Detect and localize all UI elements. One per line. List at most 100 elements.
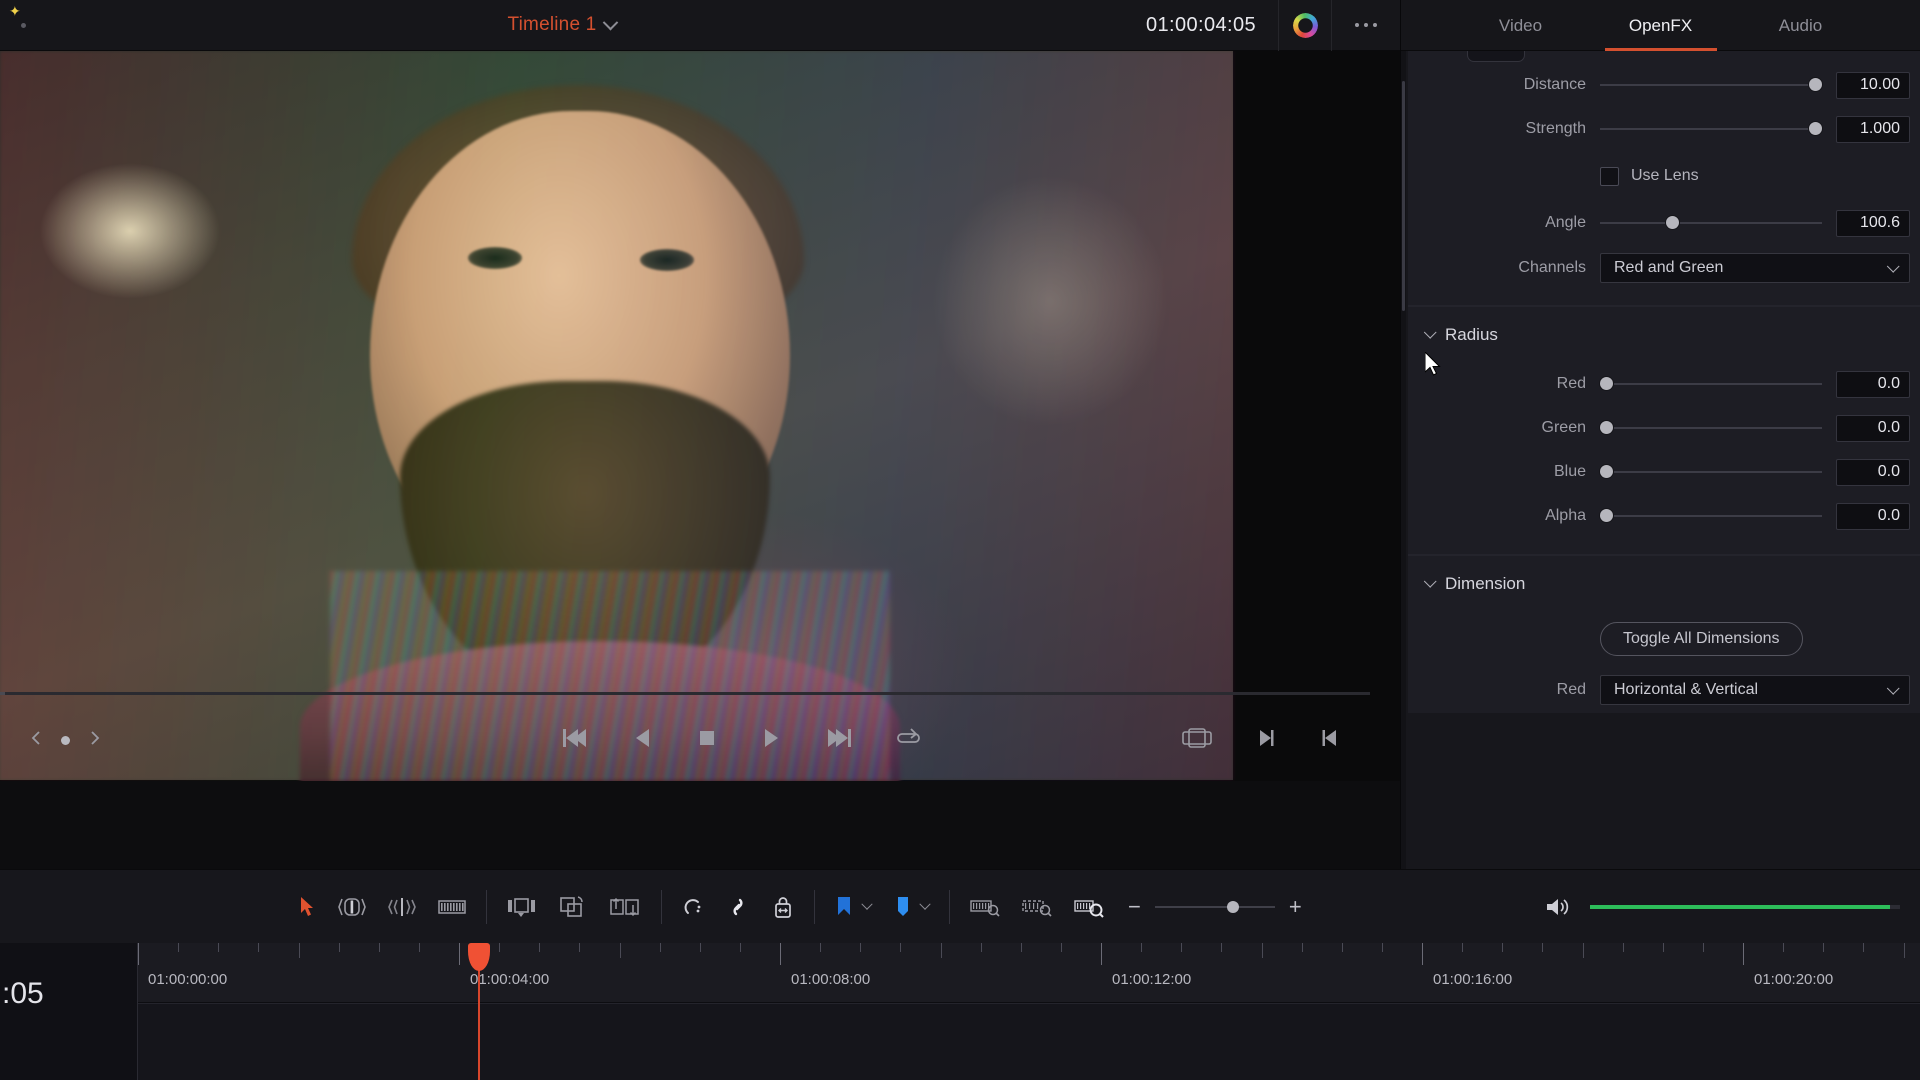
toolbar-edit-tools bbox=[507, 896, 641, 918]
zoom-slider[interactable] bbox=[1155, 900, 1275, 914]
param-value-radius-alpha[interactable]: 0.0 bbox=[1836, 503, 1910, 530]
effect-tab-nub bbox=[1467, 51, 1525, 62]
timeline-ruler[interactable]: 01:00:00:00 01:00:04:00 01:00:08:00 01:0… bbox=[138, 943, 1920, 1003]
channels-dropdown-value: Red and Green bbox=[1614, 259, 1723, 277]
param-label-radius-green: Green bbox=[1408, 419, 1600, 437]
use-lens-checkbox[interactable] bbox=[1600, 167, 1619, 186]
position-lock-icon[interactable] bbox=[772, 895, 794, 919]
ai-magic-button[interactable]: ✦ bbox=[1279, 0, 1331, 51]
marker-chevron-down-icon[interactable] bbox=[919, 898, 930, 909]
timeline-tracks-area[interactable] bbox=[138, 1003, 1920, 1080]
timeline-ruler-labels: 01:00:00:00 01:00:04:00 01:00:08:00 01:0… bbox=[138, 971, 1920, 995]
dimension-section-header[interactable]: Dimension bbox=[1408, 555, 1920, 611]
param-row-use-lens: Use Lens bbox=[1408, 151, 1920, 201]
zoom-full-extent-icon[interactable] bbox=[970, 896, 1000, 918]
timeline-head-timecode: :05 bbox=[0, 977, 44, 1011]
overwrite-clip-icon[interactable] bbox=[559, 896, 587, 918]
zoom-custom-icon[interactable] bbox=[1074, 896, 1104, 918]
param-row-radius-red: Red 0.0 bbox=[1408, 362, 1920, 406]
param-value-radius-red[interactable]: 0.0 bbox=[1836, 371, 1910, 398]
dimension-section-title: Dimension bbox=[1445, 574, 1525, 594]
tab-video[interactable]: Video bbox=[1451, 0, 1591, 51]
ruler-label: 01:00:16:00 bbox=[1433, 971, 1512, 988]
speaker-icon[interactable] bbox=[1544, 895, 1572, 919]
marker-dot-icon[interactable] bbox=[61, 736, 70, 745]
use-lens-label: Use Lens bbox=[1631, 167, 1699, 185]
mark-out-button[interactable] bbox=[1256, 728, 1276, 753]
fit-to-screen-button[interactable] bbox=[1182, 728, 1212, 753]
linked-selection-icon[interactable] bbox=[726, 896, 750, 918]
param-value-radius-green[interactable]: 0.0 bbox=[1836, 415, 1910, 442]
insert-clip-icon[interactable] bbox=[507, 896, 537, 918]
channels-dropdown[interactable]: Red and Green bbox=[1600, 253, 1910, 283]
timeline-playhead[interactable] bbox=[478, 943, 480, 1080]
dimension-group: Dimension Toggle All Dimensions Red Hori… bbox=[1408, 554, 1920, 713]
snapping-icon[interactable] bbox=[682, 896, 704, 918]
param-row-radius-alpha: Alpha 0.0 bbox=[1408, 494, 1920, 538]
jump-to-start-button[interactable] bbox=[560, 727, 590, 754]
toggle-all-dimensions-row: Toggle All Dimensions bbox=[1408, 611, 1920, 667]
toggle-all-dimensions-button[interactable]: Toggle All Dimensions bbox=[1600, 622, 1803, 656]
ai-magic-icon bbox=[1293, 13, 1318, 38]
radius-section-title: Radius bbox=[1445, 325, 1498, 345]
loop-button[interactable] bbox=[896, 727, 922, 754]
param-slider-distance[interactable] bbox=[1600, 75, 1828, 95]
audio-level-meter[interactable] bbox=[1590, 905, 1900, 909]
param-slider-radius-alpha[interactable] bbox=[1600, 506, 1828, 526]
blade-edit-icon[interactable] bbox=[438, 896, 466, 918]
timeline-track-header: :05 bbox=[0, 943, 138, 1080]
selection-arrow-icon[interactable] bbox=[300, 896, 316, 918]
param-slider-radius-green[interactable] bbox=[1600, 418, 1828, 438]
param-label-angle: Angle bbox=[1408, 214, 1600, 232]
ruler-label: 01:00:00:00 bbox=[148, 971, 227, 988]
mouse-cursor bbox=[1425, 352, 1445, 385]
timeline-viewer bbox=[0, 51, 1400, 781]
param-label-radius-alpha: Alpha bbox=[1408, 507, 1600, 525]
play-reverse-button[interactable] bbox=[632, 727, 654, 754]
param-slider-radius-red[interactable] bbox=[1600, 374, 1828, 394]
zoom-out-button[interactable]: − bbox=[1128, 894, 1141, 920]
param-slider-strength[interactable] bbox=[1600, 119, 1828, 139]
marker-icon[interactable] bbox=[895, 895, 911, 919]
trim-edit-icon[interactable] bbox=[338, 896, 366, 918]
zoom-in-button[interactable]: + bbox=[1289, 894, 1302, 920]
toolbar-mode-tools bbox=[300, 896, 466, 918]
tab-openfx[interactable]: OpenFX bbox=[1591, 0, 1731, 51]
stop-button[interactable] bbox=[696, 727, 718, 754]
video-preview-image[interactable] bbox=[0, 51, 1233, 780]
timeline-zoom-control: − + bbox=[1128, 894, 1302, 920]
flag-icon[interactable] bbox=[835, 895, 853, 919]
param-label-channels: Channels bbox=[1408, 259, 1600, 277]
viewer-top-bar: Timeline 1 01:00:04:05 ✦ bbox=[0, 0, 1400, 51]
timeline-title-button[interactable]: Timeline 1 bbox=[46, 14, 1078, 36]
inspector-scrollbar-thumb[interactable] bbox=[1402, 81, 1405, 311]
mark-in-button[interactable] bbox=[1320, 728, 1340, 753]
jump-to-end-button[interactable] bbox=[824, 727, 854, 754]
previous-edit-icon[interactable] bbox=[30, 730, 43, 751]
play-forward-button[interactable] bbox=[760, 727, 782, 754]
param-slider-radius-blue[interactable] bbox=[1600, 462, 1828, 482]
param-value-angle[interactable]: 100.6 bbox=[1836, 210, 1910, 237]
dimension-red-dropdown[interactable]: Horizontal & Vertical bbox=[1600, 675, 1910, 705]
inspector-scrollbar[interactable] bbox=[1401, 51, 1406, 869]
param-value-distance[interactable]: 10.00 bbox=[1836, 72, 1910, 99]
dynamic-trim-icon[interactable] bbox=[388, 896, 416, 918]
ruler-label: 01:00:12:00 bbox=[1112, 971, 1191, 988]
more-options-button[interactable] bbox=[1332, 0, 1400, 51]
inspector-panel: Video OpenFX Audio Distance 10.00 bbox=[1400, 0, 1920, 869]
param-value-radius-blue[interactable]: 0.0 bbox=[1836, 459, 1910, 486]
ruler-label: 01:00:04:00 bbox=[470, 971, 549, 988]
flag-chevron-down-icon[interactable] bbox=[861, 898, 872, 909]
viewer-scrubber[interactable] bbox=[0, 692, 1370, 695]
param-slider-angle[interactable] bbox=[1600, 213, 1828, 233]
replace-clip-icon[interactable] bbox=[609, 896, 641, 918]
timeline-panel: :05 01:00:00:00 01:00:04:00 01:00:08:00 … bbox=[0, 943, 1920, 1080]
zoom-detail-icon[interactable] bbox=[1022, 896, 1052, 918]
viewer-timecode[interactable]: 01:00:04:05 bbox=[1078, 14, 1278, 37]
param-value-strength[interactable]: 1.000 bbox=[1836, 116, 1910, 143]
viewer-status-dot bbox=[0, 0, 46, 51]
radius-section-header[interactable]: Radius bbox=[1408, 306, 1920, 362]
chevron-down-icon bbox=[603, 14, 619, 30]
tab-audio[interactable]: Audio bbox=[1731, 0, 1871, 51]
next-edit-icon[interactable] bbox=[88, 730, 101, 751]
